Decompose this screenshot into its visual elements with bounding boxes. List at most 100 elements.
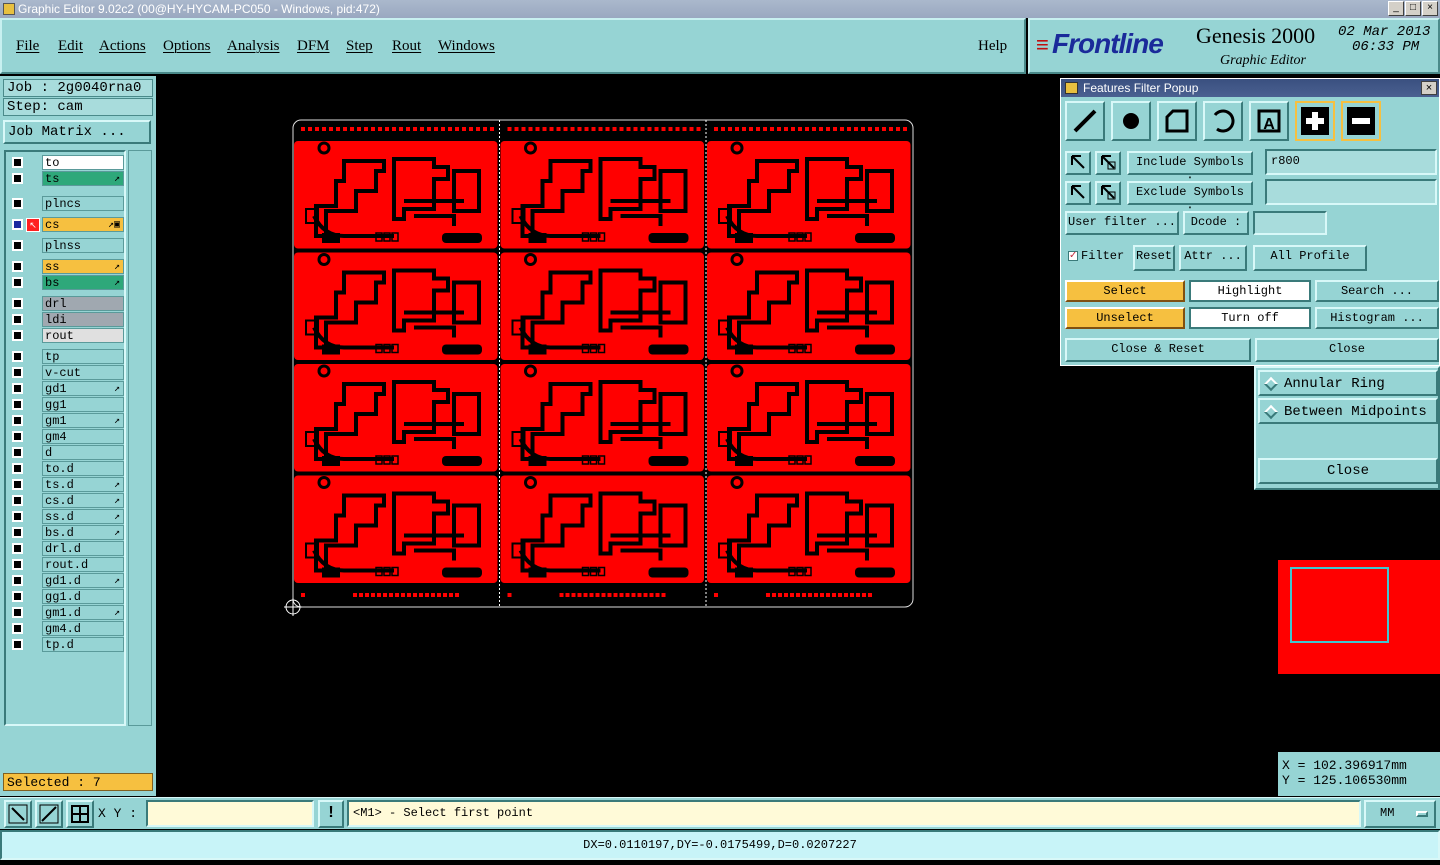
job-matrix-button[interactable]: Job Matrix ... — [3, 120, 151, 144]
text-tool-icon[interactable]: A — [1249, 101, 1289, 141]
menu-step[interactable]: Step — [346, 38, 373, 55]
close-reset-button[interactable]: Close & Reset — [1065, 338, 1251, 362]
exclude-pick-alt-icon[interactable] — [1095, 181, 1121, 205]
layer-checkbox[interactable] — [12, 219, 23, 230]
include-pick-icon[interactable] — [1065, 151, 1091, 175]
layer-checkbox[interactable] — [12, 431, 23, 442]
menu-analysis[interactable]: Analysis — [227, 38, 280, 55]
layer-list-scrollbar[interactable] — [128, 150, 152, 726]
grid-icon[interactable] — [66, 800, 94, 828]
layer-row-cs[interactable]: ↖ cs ↗▣ — [8, 217, 124, 233]
search-button[interactable]: Search ... — [1315, 280, 1439, 302]
layer-row-gd1-d[interactable]: gd1.d ↗ — [8, 573, 124, 589]
close-button[interactable]: Close — [1255, 338, 1439, 362]
maximize-button[interactable]: □ — [1405, 1, 1421, 16]
layer-checkbox[interactable] — [12, 157, 23, 168]
annular-ring-option[interactable]: Annular Ring — [1258, 370, 1438, 396]
layer-checkbox[interactable] — [12, 383, 23, 394]
menu-rout[interactable]: Rout — [392, 38, 421, 55]
attr-button[interactable]: Attr ... — [1179, 245, 1247, 271]
exclude-symbols-input[interactable] — [1265, 179, 1437, 205]
between-midpoints-option[interactable]: Between Midpoints — [1258, 398, 1438, 424]
layer-checkbox[interactable] — [12, 559, 23, 570]
include-pick-alt-icon[interactable] — [1095, 151, 1121, 175]
layer-checkbox[interactable] — [12, 463, 23, 474]
layer-checkbox[interactable] — [12, 351, 23, 362]
pad-tool-icon[interactable] — [1111, 101, 1151, 141]
layer-checkbox[interactable] — [12, 399, 23, 410]
layer-checkbox[interactable] — [12, 447, 23, 458]
units-select[interactable]: MM — [1364, 800, 1436, 828]
layer-row-tp-d[interactable]: tp.d — [8, 637, 124, 653]
xy-input[interactable] — [146, 800, 314, 827]
dcode-input[interactable] — [1253, 211, 1327, 235]
layer-checkbox[interactable] — [12, 543, 23, 554]
layer-checkbox[interactable] — [12, 330, 23, 341]
layer-checkbox[interactable] — [12, 298, 23, 309]
layer-row-gm1[interactable]: gm1 ↗ — [8, 413, 124, 429]
layer-checkbox[interactable] — [12, 367, 23, 378]
layer-row-plncs[interactable]: plncs — [8, 196, 124, 212]
menu-windows[interactable]: Windows — [438, 38, 495, 55]
menu-edit[interactable]: Edit — [58, 38, 83, 55]
layer-checkbox[interactable] — [12, 511, 23, 522]
negative-polarity-icon[interactable] — [1341, 101, 1381, 141]
layer-row-gm1-d[interactable]: gm1.d ↗ — [8, 605, 124, 621]
menu-file[interactable]: File — [16, 38, 39, 55]
layer-row-rout[interactable]: rout — [8, 328, 124, 344]
layer-row-drl-d[interactable]: drl.d — [8, 541, 124, 557]
include-symbols-input[interactable]: r800 — [1265, 149, 1437, 175]
layer-row-to-d[interactable]: to.d — [8, 461, 124, 477]
user-filter-button[interactable]: User filter ... — [1065, 211, 1179, 235]
positive-polarity-icon[interactable] — [1295, 101, 1335, 141]
close-window-button[interactable]: × — [1422, 1, 1438, 16]
layer-row-gm4[interactable]: gm4 — [8, 429, 124, 445]
layer-checkbox[interactable] — [12, 591, 23, 602]
overview-viewport[interactable] — [1290, 567, 1389, 643]
layer-checkbox[interactable] — [12, 495, 23, 506]
layer-checkbox[interactable] — [12, 261, 23, 272]
layer-row-cs-d[interactable]: cs.d ↗ — [8, 493, 124, 509]
minimize-button[interactable]: _ — [1388, 1, 1404, 16]
layer-checkbox[interactable] — [12, 527, 23, 538]
layer-checkbox[interactable] — [12, 173, 23, 184]
layer-checkbox[interactable] — [12, 314, 23, 325]
menu-options[interactable]: Options — [163, 38, 211, 55]
overview-map[interactable] — [1278, 490, 1440, 750]
layer-row-rout-d[interactable]: rout.d — [8, 557, 124, 573]
layer-row-gd1[interactable]: gd1 ↗ — [8, 381, 124, 397]
layer-checkbox[interactable] — [12, 623, 23, 634]
alert-icon[interactable]: ! — [318, 800, 344, 828]
layer-row-d[interactable]: d — [8, 445, 124, 461]
highlight-button[interactable]: Highlight — [1189, 280, 1311, 302]
layer-row-tp[interactable]: tp — [8, 349, 124, 365]
filter-toggle-label[interactable]: Filter — [1081, 247, 1131, 267]
profile-select[interactable]: All Profile — [1253, 245, 1367, 271]
histogram-button[interactable]: Histogram ... — [1315, 307, 1439, 329]
layer-row-v-cut[interactable]: v-cut — [8, 365, 124, 381]
layer-row-ts-d[interactable]: ts.d ↗ — [8, 477, 124, 493]
layer-row-ss[interactable]: ss ↗ — [8, 259, 124, 275]
arc-tool-icon[interactable] — [1203, 101, 1243, 141]
layer-checkbox[interactable] — [12, 277, 23, 288]
layer-row-to[interactable]: to — [8, 155, 124, 171]
layer-checkbox[interactable] — [12, 415, 23, 426]
zoom-fit-icon[interactable] — [4, 800, 32, 828]
layer-checkbox[interactable] — [12, 479, 23, 490]
layer-row-ts[interactable]: ts ↗ — [8, 171, 124, 187]
surface-tool-icon[interactable] — [1157, 101, 1197, 141]
turn-off-button[interactable]: Turn off — [1189, 307, 1311, 329]
layer-checkbox[interactable] — [12, 607, 23, 618]
measure-icon[interactable] — [35, 800, 63, 828]
layer-row-ldi[interactable]: ldi — [8, 312, 124, 328]
layer-row-bs[interactable]: bs ↗ — [8, 275, 124, 291]
layer-row-gg1-d[interactable]: gg1.d — [8, 589, 124, 605]
layer-checkbox[interactable] — [12, 240, 23, 251]
menu-dfm[interactable]: DFM — [297, 38, 330, 55]
line-tool-icon[interactable] — [1065, 101, 1105, 141]
select-button[interactable]: Select — [1065, 280, 1185, 302]
layer-row-bs-d[interactable]: bs.d ↗ — [8, 525, 124, 541]
layer-row-gg1[interactable]: gg1 — [8, 397, 124, 413]
reset-button[interactable]: Reset — [1133, 245, 1175, 271]
unselect-button[interactable]: Unselect — [1065, 307, 1185, 329]
